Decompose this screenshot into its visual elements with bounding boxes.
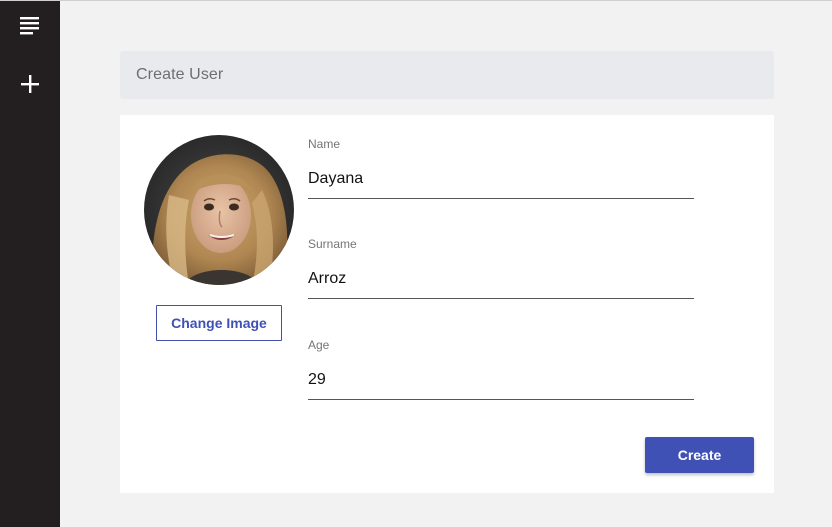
change-image-button[interactable]: Change Image (156, 305, 282, 341)
age-field-group: Age (308, 338, 694, 408)
age-input[interactable] (308, 360, 694, 400)
page-title: Create User (136, 66, 224, 83)
age-label: Age (308, 338, 330, 352)
name-input[interactable] (308, 159, 694, 199)
menu-icon (20, 17, 39, 35)
menu-button[interactable] (15, 11, 45, 41)
name-label: Name (308, 137, 341, 151)
avatar (144, 135, 294, 285)
main-content: Create User Change Image Name Dayana Sur… (60, 1, 832, 527)
create-button[interactable]: Create (645, 437, 754, 473)
surname-label: Surname (308, 237, 357, 251)
plus-icon (21, 75, 39, 93)
app: Create User Change Image Name Dayana Sur… (0, 0, 832, 527)
page-header: Create User (120, 51, 774, 99)
surname-field-group: Surname (308, 237, 694, 307)
surname-input[interactable] (308, 259, 694, 299)
profile-photo (144, 135, 294, 285)
name-field-group: Name (308, 137, 694, 207)
add-button[interactable] (15, 69, 45, 99)
sidebar (0, 1, 60, 527)
